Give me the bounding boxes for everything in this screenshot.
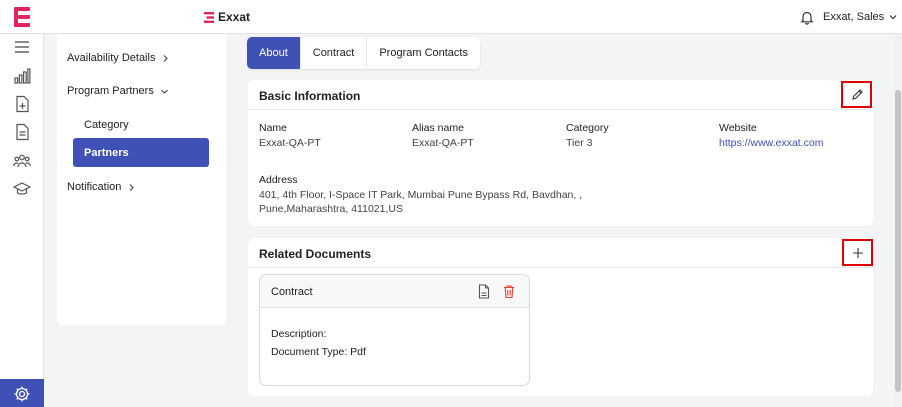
tab-program-contacts[interactable]: Program Contacts <box>367 37 480 69</box>
chevron-down-icon <box>889 15 897 20</box>
settings-button[interactable] <box>0 379 44 407</box>
category-label: Category <box>566 122 609 134</box>
contract-document-card: Contract Description: Document Type: Pdf <box>259 274 530 386</box>
bell-icon[interactable] <box>799 9 815 25</box>
address-line-1: 401, 4th Floor, I-Space IT Park, Mumbai … <box>259 189 583 201</box>
nav-notification[interactable]: Notification <box>67 181 136 193</box>
address-line-2: Pune,Maharashtra, 411021,US <box>259 203 403 215</box>
document-icon[interactable] <box>13 123 31 141</box>
brand-name: Exxat <box>218 10 251 24</box>
hamburger-menu-icon[interactable] <box>13 38 31 56</box>
graduation-cap-icon[interactable] <box>13 180 31 198</box>
exxat-logo-icon[interactable] <box>12 6 32 28</box>
related-documents-header: Related Documents <box>248 238 873 268</box>
trash-icon[interactable] <box>502 284 516 299</box>
nav-category[interactable]: Category <box>84 119 129 131</box>
nav-notification-label: Notification <box>67 181 122 193</box>
chevron-down-icon <box>160 89 168 94</box>
partner-tabs: About Contract Program Contacts <box>247 37 480 69</box>
chevron-right-icon <box>130 183 135 191</box>
name-value: Exxat-QA-PT <box>259 137 321 149</box>
basic-information-card: Basic Information Name Exxat-QA-PT Alias… <box>248 80 873 226</box>
tab-about[interactable]: About <box>247 37 301 69</box>
page-scrollbar[interactable] <box>894 34 902 407</box>
nav-program-partners[interactable]: Program Partners <box>67 85 169 97</box>
edit-button[interactable] <box>841 81 872 108</box>
category-value: Tier 3 <box>566 137 593 149</box>
add-document-button[interactable] <box>842 239 873 266</box>
basic-information-header: Basic Information <box>248 80 873 110</box>
file-view-icon[interactable] <box>477 284 491 299</box>
contract-document-title: Contract <box>271 286 313 298</box>
related-documents-title: Related Documents <box>259 247 372 261</box>
website-field: Website https://www.exxat.com <box>719 122 823 150</box>
alias-name-value: Exxat-QA-PT <box>412 137 474 149</box>
scrollbar-thumb[interactable] <box>895 90 901 392</box>
nav-program-partners-label: Program Partners <box>67 85 154 97</box>
users-group-icon[interactable] <box>13 152 31 170</box>
gear-icon <box>14 386 30 402</box>
settings-nav-panel: Availability Details Program Partners Ca… <box>57 34 226 325</box>
name-label: Name <box>259 122 288 134</box>
document-type: Document Type: Pdf <box>271 346 366 358</box>
brand-mark-icon <box>204 11 214 23</box>
add-document-icon[interactable] <box>13 95 31 113</box>
user-menu[interactable]: Exxat, Sales <box>823 11 898 23</box>
document-description: Description: <box>271 328 327 340</box>
nav-availability-details[interactable]: Availability Details <box>67 52 170 64</box>
alias-name-field: Alias name Exxat-QA-PT <box>412 122 474 150</box>
nav-partners[interactable]: Partners <box>73 138 209 167</box>
chevron-right-icon <box>164 54 169 62</box>
plus-icon <box>853 248 863 258</box>
bar-chart-icon[interactable] <box>13 67 31 85</box>
pencil-icon <box>852 89 863 100</box>
name-field: Name Exxat-QA-PT <box>259 122 321 150</box>
alias-name-label: Alias name <box>412 122 464 134</box>
address-label: Address <box>259 174 298 186</box>
tab-contract[interactable]: Contract <box>301 37 368 69</box>
website-link[interactable]: https://www.exxat.com <box>719 137 823 150</box>
website-label: Website <box>719 122 757 134</box>
brand-logo: Exxat <box>204 10 250 24</box>
user-name: Exxat, Sales <box>823 11 885 23</box>
top-bar: Exxat Exxat, Sales <box>0 0 902 34</box>
left-rail <box>0 34 44 407</box>
contract-document-header: Contract <box>260 275 529 308</box>
basic-information-title: Basic Information <box>259 89 361 103</box>
nav-availability-label: Availability Details <box>67 52 156 64</box>
category-field: Category Tier 3 <box>566 122 609 150</box>
address-field: Address 401, 4th Floor, I-Space IT Park,… <box>259 174 582 216</box>
